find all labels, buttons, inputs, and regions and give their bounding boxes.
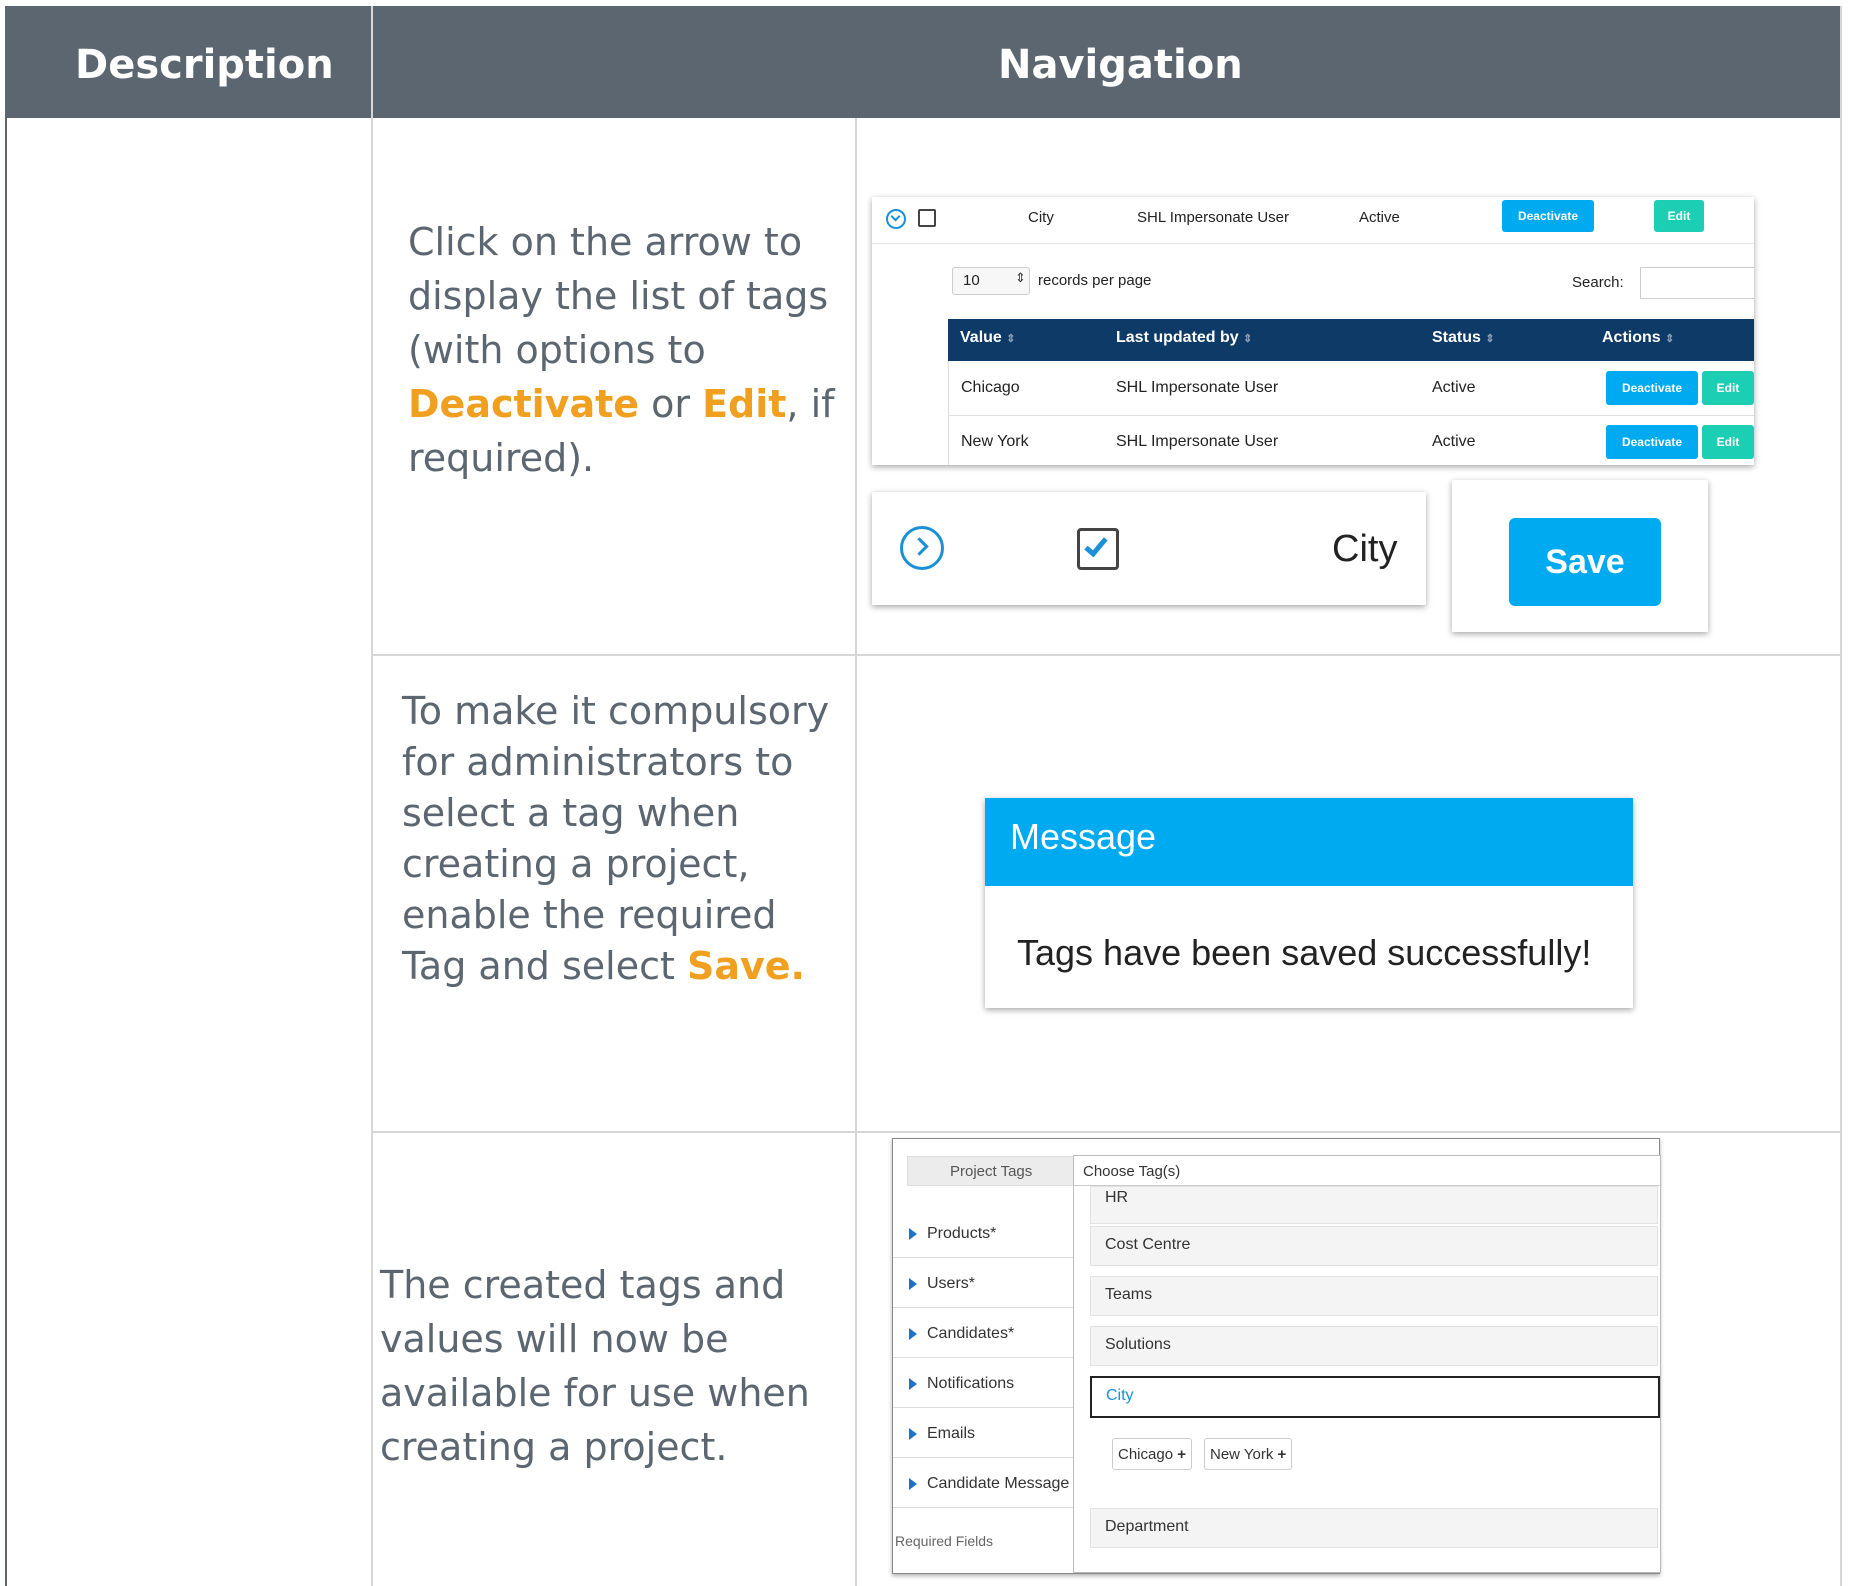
edit-button[interactable]: Edit — [1702, 371, 1754, 405]
sidebar-item-users[interactable]: Users* — [893, 1263, 1073, 1308]
col-last-updated-by[interactable]: Last updated by ⇕ — [1116, 329, 1252, 347]
table-cell-updated-by: SHL Impersonate User — [1116, 379, 1279, 396]
message-text: Tags have been saved successfully! — [1017, 932, 1592, 973]
deactivate-button[interactable]: Deactivate — [1606, 371, 1698, 405]
page-size-select[interactable]: 10 ⇕ — [952, 267, 1030, 295]
table-border-left — [5, 6, 7, 1586]
tags-list-screenshot: City SHL Impersonate User Active Deactiv… — [872, 197, 1754, 465]
edit-highlight: Edit — [702, 382, 787, 426]
message-title: Message — [1010, 816, 1157, 857]
sidebar-item-emails[interactable]: Emails — [893, 1413, 1073, 1458]
deactivate-highlight: Deactivate — [408, 382, 640, 426]
row1-description: Click on the arrow to display the list o… — [408, 220, 835, 480]
table-border-right — [1840, 6, 1842, 1586]
tag-status: Active — [1359, 209, 1400, 226]
tag-option-city[interactable]: City — [1090, 1376, 1660, 1418]
tag-dropdown: Choose Tag(s) HR Cost Centre Teams Solut… — [1073, 1155, 1662, 1573]
column-divider-2 — [855, 118, 857, 1586]
navigation-header: Navigation — [998, 42, 1243, 88]
table-cell-status: Active — [1432, 433, 1476, 450]
sidebar-item-candidates[interactable]: Candidates* — [893, 1313, 1073, 1358]
expand-arrow-icon[interactable] — [900, 526, 944, 570]
tag-option-teams[interactable]: Teams — [1090, 1276, 1658, 1316]
tag-option-solutions[interactable]: Solutions — [1090, 1326, 1658, 1366]
value-chip-chicago[interactable]: Chicago + — [1112, 1438, 1192, 1470]
sidebar-item-candidate-message[interactable]: Candidate Message — [893, 1463, 1073, 1508]
caret-right-icon — [909, 1278, 917, 1290]
tag-updated-by: SHL Impersonate User — [1137, 209, 1290, 226]
col-value[interactable]: Value ⇕ — [960, 329, 1015, 347]
edit-button[interactable]: Edit — [1702, 425, 1754, 459]
search-input[interactable] — [1640, 267, 1754, 299]
tag-name: City — [1028, 209, 1054, 226]
row-divider-2 — [371, 1131, 1842, 1133]
row3-description: The created tags and values will now be … — [380, 1263, 810, 1469]
col-actions[interactable]: Actions ⇕ — [1602, 329, 1674, 347]
table-cell-updated-by: SHL Impersonate User — [1116, 433, 1279, 450]
save-panel: Save — [1452, 480, 1708, 632]
table-cell-status: Active — [1432, 379, 1476, 396]
sidebar-item-notifications[interactable]: Notifications — [893, 1363, 1073, 1408]
checked-checkbox[interactable] — [1077, 528, 1119, 570]
column-divider-1 — [371, 6, 373, 1586]
zoomed-tag-name: City — [1332, 528, 1398, 570]
caret-right-icon — [909, 1228, 917, 1240]
choose-tags-input[interactable]: Choose Tag(s) — [1074, 1156, 1662, 1186]
save-button[interactable]: Save — [1509, 518, 1661, 606]
sidebar-item-products[interactable]: Products* — [893, 1213, 1073, 1258]
col-status[interactable]: Status ⇕ — [1432, 329, 1495, 347]
project-tags-screenshot: Project Tags Choose Tag(s) HR Cost Centr… — [892, 1138, 1662, 1574]
tag-option-cost-centre[interactable]: Cost Centre — [1090, 1226, 1658, 1266]
caret-right-icon — [909, 1378, 917, 1390]
edit-button[interactable]: Edit — [1654, 200, 1704, 232]
row2-description: To make it compulsory for administrators… — [402, 689, 830, 988]
required-fields-note: Required Fields — [895, 1533, 994, 1549]
description-header: Description — [75, 42, 334, 88]
check-icon — [1084, 532, 1108, 558]
caret-right-icon — [909, 1428, 917, 1440]
caret-right-icon — [909, 1478, 917, 1490]
table-cell-value: New York — [961, 433, 1029, 450]
deactivate-button[interactable]: Deactivate — [1606, 425, 1698, 459]
tag-option-department[interactable]: Department — [1090, 1508, 1658, 1548]
search-label: Search: — [1572, 274, 1624, 291]
project-tags-label-box: Project Tags — [907, 1156, 1077, 1186]
message-dialog: Message Tags have been saved successfull… — [985, 798, 1633, 1008]
deactivate-button[interactable]: Deactivate — [1502, 200, 1594, 232]
row-checkbox[interactable] — [918, 209, 936, 227]
table-cell-value: Chicago — [961, 379, 1020, 396]
caret-right-icon — [909, 1328, 917, 1340]
collapse-arrow-icon[interactable] — [886, 209, 906, 229]
zoomed-tag-row: City — [872, 492, 1426, 605]
records-per-page-label: records per page — [1038, 272, 1152, 289]
row-divider-1 — [371, 654, 1842, 656]
value-chip-new-york[interactable]: New York + — [1204, 1438, 1293, 1470]
save-highlight: Save. — [686, 944, 805, 988]
tag-option-hr[interactable]: HR — [1090, 1186, 1658, 1224]
